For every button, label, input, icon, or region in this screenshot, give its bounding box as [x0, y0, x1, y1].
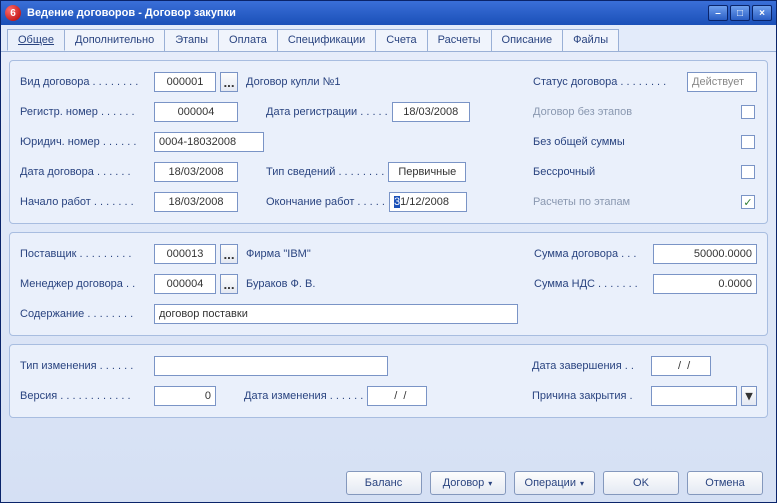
tab-additional[interactable]: Дополнительно	[64, 29, 165, 51]
sum-label: Сумма договора . . .	[534, 248, 649, 260]
caret-down-icon: ▾	[488, 479, 492, 488]
tab-general[interactable]: Общее	[7, 29, 65, 51]
status-input[interactable]	[687, 72, 757, 92]
contract-type-lookup[interactable]: ...	[220, 72, 238, 92]
tab-label: Общее	[18, 34, 54, 46]
window-title: Ведение договоров - Договор закупки	[27, 7, 708, 19]
change-date-label: Дата изменения . . . . . .	[244, 390, 363, 402]
balance-button[interactable]: Баланс	[346, 471, 422, 495]
tab-content: Вид договора . . . . . . . . ... Договор…	[1, 52, 776, 434]
ok-button[interactable]: OK	[603, 471, 679, 495]
work-end-label: Окончание работ . . . . .	[266, 196, 385, 208]
work-start-label: Начало работ . . . . . . .	[20, 196, 150, 208]
no-stages-label: Договор без этапов	[533, 106, 683, 118]
info-type-input[interactable]	[388, 162, 466, 182]
close-reason-dropdown[interactable]: ▾	[741, 386, 757, 406]
panel-parties: Поставщик . . . . . . . . . ... Фирма "I…	[9, 232, 768, 336]
panel-main: Вид договора . . . . . . . . ... Договор…	[9, 60, 768, 224]
version-label: Версия . . . . . . . . . . . .	[20, 390, 150, 402]
tab-label: Файлы	[573, 34, 608, 46]
contract-type-input[interactable]	[154, 72, 216, 92]
cancel-button[interactable]: Отмена	[687, 471, 763, 495]
maximize-button[interactable]: □	[730, 5, 750, 21]
tab-files[interactable]: Файлы	[562, 29, 619, 51]
supplier-input[interactable]	[154, 244, 216, 264]
tab-description[interactable]: Описание	[491, 29, 564, 51]
tab-payment[interactable]: Оплата	[218, 29, 278, 51]
change-type-label: Тип изменения . . . . . .	[20, 360, 150, 372]
minimize-button[interactable]: –	[708, 5, 728, 21]
close-reason-label: Причина закрытия .	[532, 390, 647, 402]
tab-accounts[interactable]: Счета	[375, 29, 427, 51]
no-total-label: Без общей суммы	[533, 136, 683, 148]
work-end-rest: 1/12/2008	[400, 196, 449, 208]
sum-input[interactable]	[653, 244, 757, 264]
calc-by-stages-checkbox[interactable]: ✓	[741, 195, 755, 209]
contract-type-label: Вид договора . . . . . . . .	[20, 76, 150, 88]
tab-label: Счета	[386, 34, 416, 46]
tab-label: Расчеты	[438, 34, 481, 46]
titlebar: 6 Ведение договоров - Договор закупки – …	[1, 1, 776, 25]
operations-button[interactable]: Операции ▾	[514, 471, 595, 495]
change-date-input[interactable]	[367, 386, 427, 406]
no-total-checkbox[interactable]	[741, 135, 755, 149]
reg-date-input[interactable]	[392, 102, 470, 122]
tab-specs[interactable]: Спецификации	[277, 29, 376, 51]
app-icon: 6	[5, 5, 21, 21]
tab-label: Спецификации	[288, 34, 365, 46]
calc-by-stages-label: Расчеты по этапам	[533, 196, 683, 208]
supplier-lookup[interactable]: ...	[220, 244, 238, 264]
contract-type-desc: Договор купли №1	[242, 76, 345, 88]
contract-date-input[interactable]	[154, 162, 238, 182]
supplier-label: Поставщик . . . . . . . . .	[20, 248, 150, 260]
legal-number-input[interactable]	[154, 132, 264, 152]
status-label: Статус договора . . . . . . . .	[533, 76, 683, 88]
tab-calculations[interactable]: Расчеты	[427, 29, 492, 51]
button-label: OK	[633, 477, 649, 489]
contract-date-label: Дата договора . . . . . .	[20, 166, 150, 178]
supplier-desc: Фирма "IBM"	[242, 248, 315, 260]
contract-button[interactable]: Договор▾	[430, 471, 506, 495]
perpetual-label: Бессрочный	[533, 166, 683, 178]
button-label: Отмена	[705, 477, 744, 489]
window-buttons: – □ ×	[708, 5, 772, 21]
change-type-input[interactable]	[154, 356, 388, 376]
reg-date-label: Дата регистрации . . . . .	[266, 106, 388, 118]
end-date-label: Дата завершения . .	[532, 360, 647, 372]
close-button[interactable]: ×	[752, 5, 772, 21]
panel-changes: Тип изменения . . . . . . Версия . . . .…	[9, 344, 768, 418]
legal-number-label: Юридич. номер . . . . . .	[20, 136, 150, 148]
caret-down-icon: ▾	[580, 479, 584, 488]
version-input[interactable]	[154, 386, 216, 406]
manager-desc: Бураков Ф. В.	[242, 278, 319, 290]
tab-label: Этапы	[175, 34, 208, 46]
button-label: Операции	[525, 477, 576, 489]
manager-label: Менеджер договора . .	[20, 278, 150, 290]
end-date-input[interactable]	[651, 356, 711, 376]
no-stages-checkbox[interactable]	[741, 105, 755, 119]
info-type-label: Тип сведений . . . . . . . .	[266, 166, 384, 178]
tab-label: Оплата	[229, 34, 267, 46]
manager-lookup[interactable]: ...	[220, 274, 238, 294]
button-label: Баланс	[365, 477, 402, 489]
manager-input[interactable]	[154, 274, 216, 294]
footer-buttons: Баланс Договор▾ Операции▾ OK Отмена	[346, 471, 763, 495]
close-reason-input[interactable]	[651, 386, 737, 406]
vat-label: Сумма НДС . . . . . . .	[534, 278, 649, 290]
tab-stages[interactable]: Этапы	[164, 29, 219, 51]
tab-strip: Общее Дополнительно Этапы Оплата Специфи…	[1, 25, 776, 52]
content-input[interactable]	[154, 304, 518, 324]
vat-input[interactable]	[653, 274, 757, 294]
perpetual-checkbox[interactable]	[741, 165, 755, 179]
tab-label: Описание	[502, 34, 553, 46]
tab-label: Дополнительно	[75, 34, 154, 46]
button-label: Договор	[443, 477, 485, 489]
reg-number-label: Регистр. номер . . . . . .	[20, 106, 150, 118]
reg-number-input[interactable]	[154, 102, 238, 122]
app-window: 6 Ведение договоров - Договор закупки – …	[0, 0, 777, 503]
content-label: Содержание . . . . . . . .	[20, 308, 150, 320]
work-start-input[interactable]	[154, 192, 238, 212]
work-end-input[interactable]: 31/12/2008	[389, 192, 467, 212]
